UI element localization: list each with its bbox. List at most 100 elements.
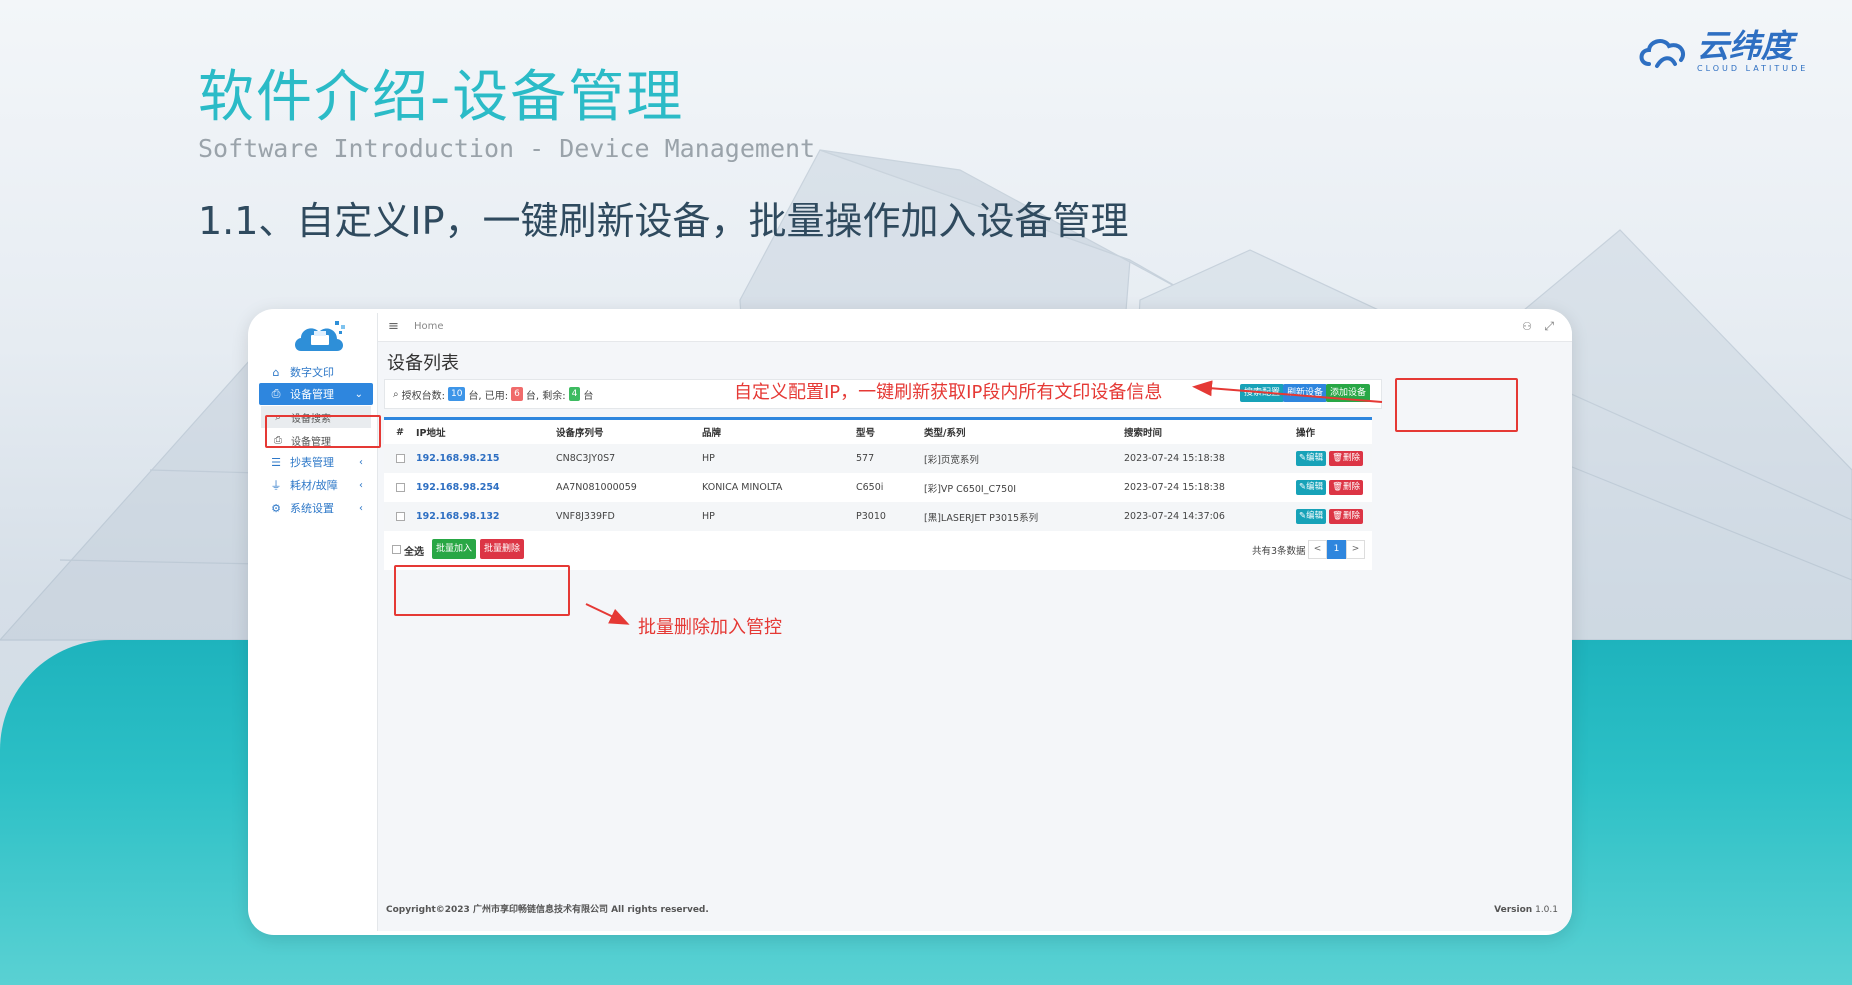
model-cell: C650i	[856, 482, 884, 493]
table-header-cell: #	[396, 426, 404, 438]
breadcrumb[interactable]: Home	[414, 321, 444, 332]
select-all-checkbox[interactable]	[392, 545, 401, 554]
type-cell: [彩]VP C650I_C750I	[924, 483, 1017, 495]
annotation-box-action-buttons	[1395, 378, 1518, 432]
sidebar-item-meter-reading[interactable]: ☰ 抄表管理 ‹	[259, 451, 373, 473]
search-icon: ⌕	[393, 388, 399, 400]
model-cell: 577	[856, 453, 875, 464]
sidebar-item-system-settings[interactable]: ⚙ 系统设置 ‹	[259, 497, 373, 519]
delete-label: 删除	[1342, 482, 1360, 492]
copyright-text: Copyright©2023 广州市享印畅链信息技术有限公司 All right…	[386, 905, 709, 915]
list-icon: ☰	[271, 455, 281, 469]
annotation-box-batch-buttons	[394, 565, 570, 616]
table-header-cell: 搜索时间	[1124, 428, 1163, 439]
chevron-left-icon: ‹	[359, 456, 363, 468]
batch-add-button[interactable]: 批量加入	[432, 539, 477, 559]
ip-link[interactable]: 192.168.98.132	[416, 502, 500, 531]
search-config-button[interactable]: 搜索配置	[1240, 384, 1285, 402]
brand-cell: KONICA MINOLTA	[702, 482, 783, 493]
edit-label: 编辑	[1306, 511, 1324, 521]
table-row: 192.168.98.215 CN8C3JY0S7 HP 577 [彩]页宽系列…	[384, 444, 1372, 473]
row-checkbox[interactable]	[396, 512, 405, 521]
slide-subtitle: Software Introduction - Device Managemen…	[198, 134, 816, 163]
delete-button[interactable]: 🗑删除	[1329, 480, 1363, 495]
license-unit-text: 台, 剩余:	[525, 390, 566, 402]
annotation-box-device-search	[265, 415, 381, 448]
license-total-badge: 10	[447, 387, 466, 401]
version-label: Version	[1494, 905, 1533, 915]
version-text: Version 1.0.1	[1494, 905, 1558, 915]
sidebar-item-label: 抄表管理	[290, 456, 334, 469]
cloud-logo-icon	[1639, 38, 1686, 68]
edit-label: 编辑	[1306, 482, 1324, 492]
select-all-label: 全选	[404, 547, 424, 558]
plug-icon: ⏚	[270, 479, 282, 492]
gears-icon: ⚙	[271, 501, 281, 515]
add-device-button[interactable]: 添加设备	[1326, 384, 1371, 402]
license-remaining-badge: 4	[568, 387, 581, 401]
annotation-text-top: 自定义配置IP，一键刷新获取IP段内所有文印设备信息	[734, 382, 1163, 403]
sidebar-item-digital-print[interactable]: ⌂ 数字文印	[259, 361, 373, 383]
fullscreen-icon[interactable]: ⤢	[1544, 319, 1554, 334]
table-header-cell: 型号	[856, 428, 876, 439]
delete-button[interactable]: 🗑删除	[1329, 509, 1363, 524]
delete-button[interactable]: 🗑删除	[1329, 451, 1363, 466]
delete-label: 删除	[1342, 511, 1360, 521]
row-checkbox[interactable]	[396, 454, 405, 463]
chevron-down-icon: ⌄	[354, 388, 363, 400]
chevron-left-icon: ‹	[359, 479, 363, 491]
annotation-text-bottom: 批量删除加入管控	[638, 617, 782, 638]
sidebar-item-label: 设备管理	[290, 388, 334, 401]
edit-button[interactable]: ✎编辑	[1296, 451, 1327, 466]
type-cell: [黑]LASERJET P3015系列	[924, 512, 1039, 524]
sidebar-item-consumables[interactable]: ⏚ 耗材/故障 ‹	[259, 474, 373, 496]
sidebar-item-label: 系统设置	[290, 502, 334, 515]
serial-cell: CN8C3JY0S7	[556, 453, 616, 464]
serial-cell: VNF8J339FD	[556, 511, 615, 522]
logo-text: 云纬度	[1697, 27, 1794, 65]
menu-toggle-icon[interactable]: ≡	[388, 319, 399, 334]
license-label: 授权台数:	[401, 390, 445, 402]
printer-icon: ⎙	[271, 387, 281, 400]
refresh-devices-button[interactable]: 刷新设备	[1283, 384, 1328, 402]
version-number: 1.0.1	[1535, 905, 1558, 915]
table-header-cell: 品牌	[702, 428, 722, 439]
slide-heading: 1.1、自定义IP，一键刷新设备，批量操作加入设备管理	[198, 199, 1129, 243]
delete-label: 删除	[1342, 453, 1360, 463]
type-cell: [彩]页宽系列	[924, 454, 979, 466]
page-title: 设备列表	[387, 353, 459, 374]
brand-cell: HP	[702, 453, 715, 464]
pagination-next[interactable]: >	[1346, 540, 1365, 559]
brand-cell: HP	[702, 511, 715, 522]
chevron-left-icon: ‹	[359, 502, 363, 514]
time-cell: 2023-07-24 14:37:06	[1124, 511, 1225, 522]
table-header-cell: 操作	[1296, 428, 1316, 439]
table-header-cell: 类型/系列	[924, 428, 966, 439]
home-icon: ⌂	[272, 365, 280, 379]
edit-button[interactable]: ✎编辑	[1296, 509, 1327, 524]
sidebar-item-device-management[interactable]: ⎙ 设备管理 ⌄	[259, 383, 373, 405]
brand-logo: 云纬度 CLOUD LATITUDE	[1635, 30, 1808, 73]
table-header-cell: IP地址	[416, 428, 446, 439]
ip-link[interactable]: 192.168.98.254	[416, 473, 500, 502]
license-unit-text: 台	[583, 390, 594, 402]
time-cell: 2023-07-24 15:18:38	[1124, 482, 1225, 493]
slide-title: 软件介绍-设备管理	[198, 65, 685, 130]
model-cell: P3010	[856, 511, 886, 522]
time-cell: 2023-07-24 15:18:38	[1124, 453, 1225, 464]
sidebar: ⌂ 数字文印 ⎙ 设备管理 ⌄ ⌕ 设备搜索 ⎙ 设备管理 ☰ 抄表管理 ‹ ⏚…	[251, 313, 378, 931]
ip-link[interactable]: 192.168.98.215	[416, 444, 500, 473]
license-used-badge: 6	[511, 387, 523, 401]
row-checkbox[interactable]	[396, 483, 405, 492]
logo-subtext: CLOUD LATITUDE	[1697, 64, 1809, 73]
edit-button[interactable]: ✎编辑	[1296, 480, 1327, 495]
batch-delete-button[interactable]: 批量删除	[480, 539, 525, 559]
table-row: 192.168.98.254 AA7N081000059 KONICA MINO…	[384, 473, 1372, 502]
pagination-page-1[interactable]: 1	[1327, 540, 1346, 559]
user-icon[interactable]: ⚇	[1522, 320, 1532, 333]
pagination-prev[interactable]: <	[1308, 540, 1327, 559]
main-content: ≡ Home ⚇ ⤢ 设备列表 ⌕ 授权台数: 10 台, 已用: 6 台, 剩…	[378, 313, 1572, 931]
table-footer: 全选 批量加入 批量删除 共有3条数据 < 1 >	[384, 531, 1372, 565]
license-unit-text: 台, 已用:	[468, 390, 509, 402]
top-bar: ≡ Home ⚇ ⤢	[378, 313, 1572, 342]
